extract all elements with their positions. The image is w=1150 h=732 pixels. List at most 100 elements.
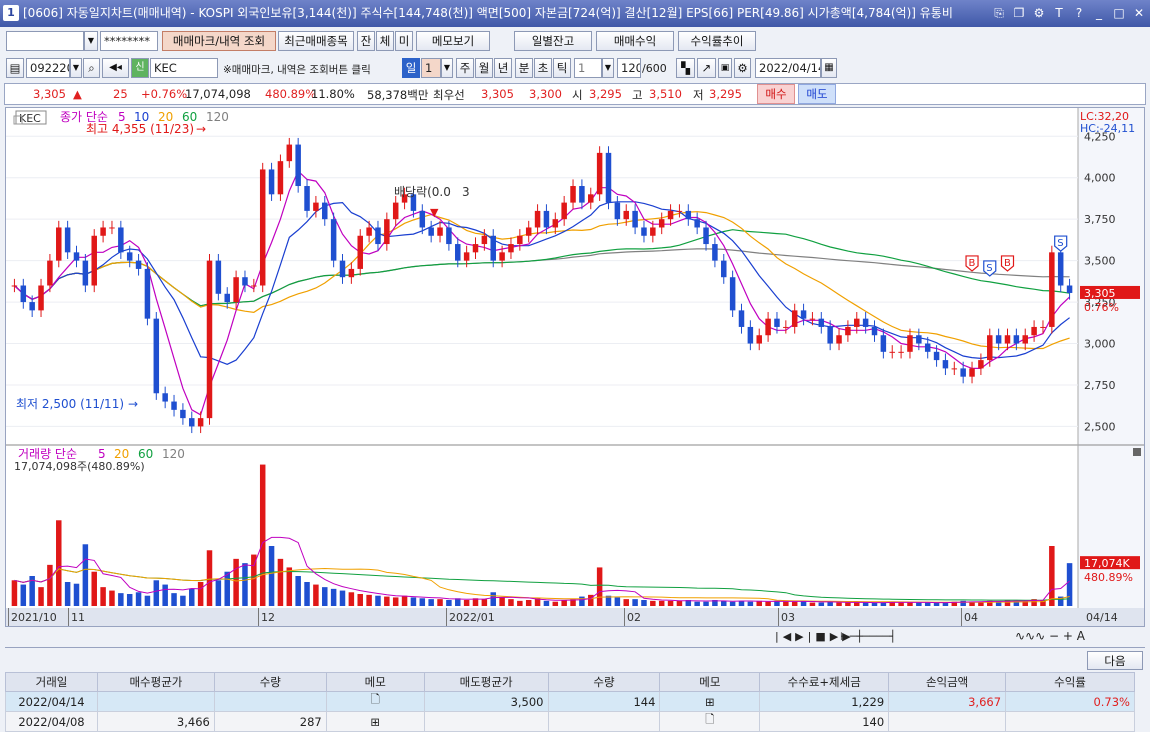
volume-bar [11,580,18,606]
help-icon[interactable]: ? [1072,0,1086,27]
candle-body [676,210,683,212]
indicator-icon[interactable]: ▚ [676,58,695,78]
candle-body [455,244,461,261]
sell-button[interactable]: 매도 [798,84,836,104]
mark-history-button[interactable]: 매매마크/내역 조회 [162,31,276,51]
low-label: 저 [693,88,704,102]
chart-panel[interactable]: 4,250 4,000 3,750 3,500 3,250 3,000 2,750 2,500… [5,107,1145,627]
restore-icon[interactable]: ❐ [1012,0,1026,27]
volume-bar [38,587,44,606]
stock-code-input[interactable]: 092220 [26,58,70,78]
link-icon[interactable]: ⎘ [992,0,1006,27]
text-icon[interactable]: T [1052,0,1066,27]
maximize-icon[interactable]: □ [1112,0,1126,27]
account-dropdown-button[interactable]: ▼ [84,31,98,51]
daily-balance-button[interactable]: 일별잔고 [514,31,592,51]
minimize-icon[interactable]: _ [1092,0,1106,27]
volume-bar [286,567,293,606]
zoom-slider[interactable]: ⊢─┼────┤ [840,630,896,643]
candle-body [614,202,621,220]
volume-bar [525,600,532,606]
candle-body [703,227,709,245]
volume-bar [73,583,80,606]
period-second-button[interactable]: 초 [534,58,552,78]
mark-notice-text: ※매매마크, 내역은 조회버튼 클릭 [223,64,371,76]
candle-body [552,219,559,228]
candle-body [233,277,239,303]
account-input[interactable] [6,31,84,51]
stock-chart[interactable]: 4,2504,0003,7503,5003,2503,0002,7502,500… [6,108,1144,626]
period-value-input[interactable]: 1 [421,58,441,78]
candle-body [543,210,550,228]
candle-body [987,335,993,361]
tick-dropdown-button[interactable]: ▼ [602,58,614,78]
period-month-button[interactable]: 월 [475,58,493,78]
candle-body [836,335,842,344]
candle-body [428,227,434,236]
low-price: 3,295 [709,87,742,101]
memo-icon[interactable]: 🗋 [659,711,761,732]
candle-body [632,210,638,228]
volume-bar [561,600,567,606]
balance-button[interactable]: 잔 [357,31,375,51]
candle-body [570,186,576,203]
memo-edit-icon[interactable]: ⊞ [325,711,425,732]
date-input[interactable]: 2022/04/14 [755,58,821,78]
period-tick-button[interactable]: 틱 [553,58,571,78]
settings-icon[interactable]: ⚙ [1032,0,1046,27]
volume-bar [1049,546,1055,606]
candle-body [685,210,692,220]
period-day-button[interactable]: 일 [402,58,420,78]
buy-button[interactable]: 매수 [757,84,795,104]
recent-trades-button[interactable]: 최근매매종목 [278,31,354,51]
period-week-button[interactable]: 주 [456,58,474,78]
candle-body [135,260,142,269]
layout-icon[interactable]: ▤ [6,58,24,78]
price-change: 25 [113,87,128,101]
code-dropdown-button[interactable]: ▼ [70,58,82,78]
chart-toolbar: ▤ 092220 ▼ ⌕ ◀◂ 신 KEC ※매매마크, 내역은 조회버튼 클릭… [0,54,1150,81]
memo-view-button[interactable]: 메모보기 [416,31,490,51]
settings-gear-icon[interactable]: ⚙ [734,58,751,78]
table-row[interactable]: 2022/04/14 🗋 3,500 144 ⊞ 1,229 3,667 0.7… [5,691,1135,712]
table-row[interactable]: 2022/04/08 3,466 287 ⊞ 🗋 140 [5,711,1135,732]
volume-bar [126,594,133,606]
period-year-button[interactable]: 년 [494,58,512,78]
trade-profit-button[interactable]: 매매수익 [596,31,674,51]
cell-return: 0.73% [1005,691,1135,712]
stock-name-field[interactable]: KEC [150,58,218,78]
save-icon[interactable]: ▣ [718,58,732,78]
period-minute-button[interactable]: 분 [515,58,533,78]
close-icon[interactable]: ✕ [1132,0,1146,27]
turnover-pct: 11.80% [311,87,355,101]
calendar-icon[interactable]: ▦ [821,58,837,78]
volume-bar [339,590,346,606]
search-icon[interactable]: ⌕ [83,58,100,78]
candle-body [322,202,328,220]
period-dropdown-button[interactable]: ▼ [441,58,453,78]
cell-buy-qty: 287 [213,711,327,732]
volume-bar [703,601,709,606]
candle-body [357,235,363,269]
trendline-icon[interactable]: ↗ [697,58,716,78]
volume-legend-period: 20 [114,447,129,461]
password-input[interactable]: ******** [100,31,158,51]
executed-button[interactable]: 체 [376,31,394,51]
candle-body [437,227,443,236]
volume-bar [64,582,71,606]
candle-body [951,368,958,370]
candle-body [517,235,523,245]
tick-value-input[interactable]: 1 [574,58,602,78]
quote-bar: 3,305 ▲ 25 +0.76% 17,074,098 480.89% 11.… [4,83,1146,105]
next-button[interactable]: 다음 [1087,651,1143,670]
candle-body [419,210,426,228]
volume-bar [907,602,913,606]
up-arrow-icon: ▲ [73,87,82,101]
memo-edit-icon[interactable]: ⊞ [659,691,761,712]
memo-icon[interactable]: 🗋 [325,691,425,712]
unexecuted-button[interactable]: 미 [395,31,413,51]
sound-icon[interactable]: ◀◂ [102,58,129,78]
drawing-tools[interactable]: ∿∿∿ − + A [1015,629,1085,643]
count-input[interactable]: 120 [617,58,641,78]
return-trend-button[interactable]: 수익률추이 [678,31,756,51]
